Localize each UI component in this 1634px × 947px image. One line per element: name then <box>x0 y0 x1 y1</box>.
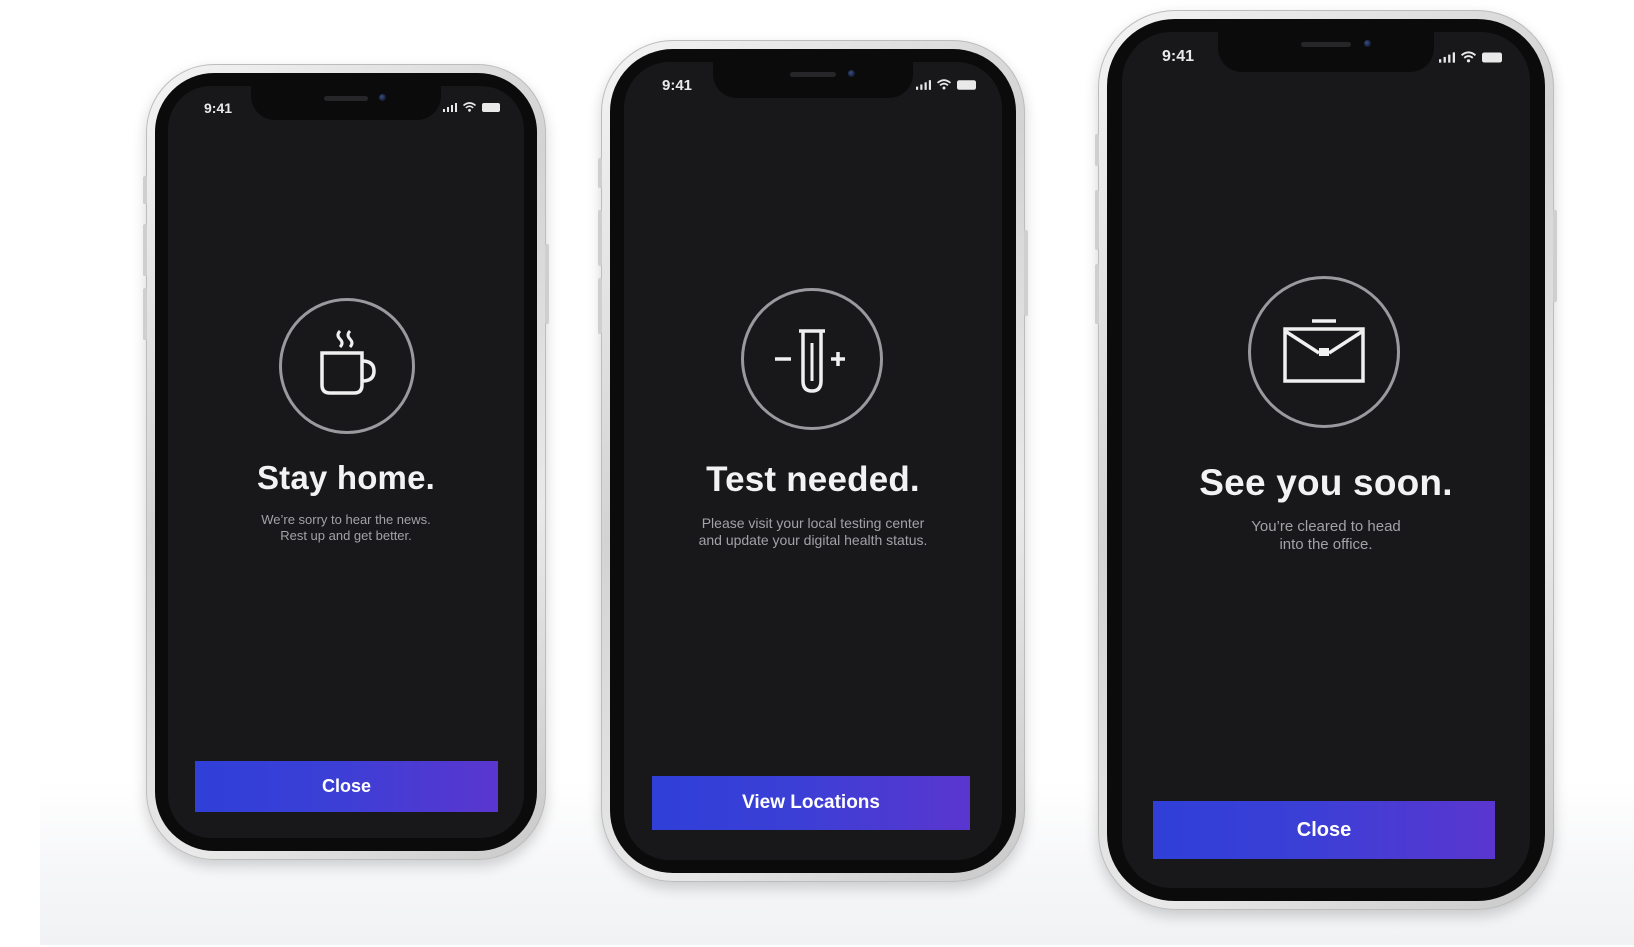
signal-icon <box>1439 51 1455 63</box>
notch <box>713 62 913 98</box>
status-icons <box>916 79 976 90</box>
battery-icon <box>957 79 976 90</box>
side-button <box>1095 134 1099 166</box>
screen-subtitle-line-1: You’re cleared to head <box>1251 518 1401 535</box>
speaker <box>324 96 368 101</box>
screen-title: Test needed. <box>706 460 920 499</box>
notch <box>1218 32 1434 72</box>
signal-icon <box>443 102 457 112</box>
speaker <box>790 72 836 77</box>
screen-subtitle-line-2: and update your digital health status. <box>698 532 928 548</box>
screen-subtitle-line-2: Rest up and get better. <box>280 528 412 543</box>
phone-stay-home: 9:41 Stay home. We’re sorry to hear the … <box>143 64 549 860</box>
screen-subtitle-line-2: into the office. <box>1279 536 1373 553</box>
coffee-cup-icon <box>320 329 376 395</box>
screen-title: See you soon. <box>1199 462 1453 503</box>
phone-screen: 9:41 Test needed. Please visit your loca… <box>624 62 1002 860</box>
front-camera <box>1364 40 1371 47</box>
status-icon-circle <box>1248 276 1400 428</box>
side-button <box>143 176 147 204</box>
battery-icon <box>482 102 500 112</box>
side-button <box>1024 230 1028 316</box>
side-button <box>1095 190 1099 250</box>
side-button <box>598 278 602 334</box>
notch <box>251 86 441 120</box>
wifi-icon <box>463 102 476 112</box>
view-locations-button[interactable]: View Locations <box>652 776 970 830</box>
screen-subtitle-line-1: Please visit your local testing center <box>701 515 925 531</box>
status-icons <box>443 102 500 112</box>
side-button <box>598 158 602 188</box>
screen-subtitle-line-1: We’re sorry to hear the news. <box>261 512 431 527</box>
battery-icon <box>1482 52 1502 62</box>
wifi-icon <box>937 79 951 90</box>
close-button[interactable]: Close <box>1153 801 1495 859</box>
screen-title: Stay home. <box>256 459 436 496</box>
briefcase-icon <box>1283 319 1365 383</box>
signal-icon <box>916 79 931 90</box>
phone-screen: 9:41 Stay home. We’re sorry to hear the … <box>168 86 524 838</box>
side-button <box>545 244 549 324</box>
status-time: 9:41 <box>662 77 693 94</box>
phone-see-you-soon: 9:41 See you soon. You’re cleared to hea… <box>1095 10 1557 910</box>
side-button <box>598 210 602 266</box>
front-camera <box>379 94 386 101</box>
side-button <box>143 224 147 276</box>
phone-test-needed: 9:41 Test needed. Please visit your loca… <box>598 40 1028 882</box>
front-camera <box>848 70 855 77</box>
test-tube-icon <box>775 329 845 393</box>
speaker <box>1301 42 1351 47</box>
status-time: 9:41 <box>204 100 233 116</box>
phone-screen: 9:41 See you soon. You’re cleared to hea… <box>1122 32 1530 888</box>
wifi-icon <box>1461 51 1476 63</box>
status-icons <box>1439 51 1502 63</box>
status-time: 9:41 <box>1162 48 1195 65</box>
side-button <box>143 288 147 340</box>
side-button <box>1553 210 1557 302</box>
side-button <box>1095 264 1099 324</box>
status-icon-circle <box>741 288 883 430</box>
close-button[interactable]: Close <box>195 761 498 812</box>
status-icon-circle <box>279 298 415 434</box>
